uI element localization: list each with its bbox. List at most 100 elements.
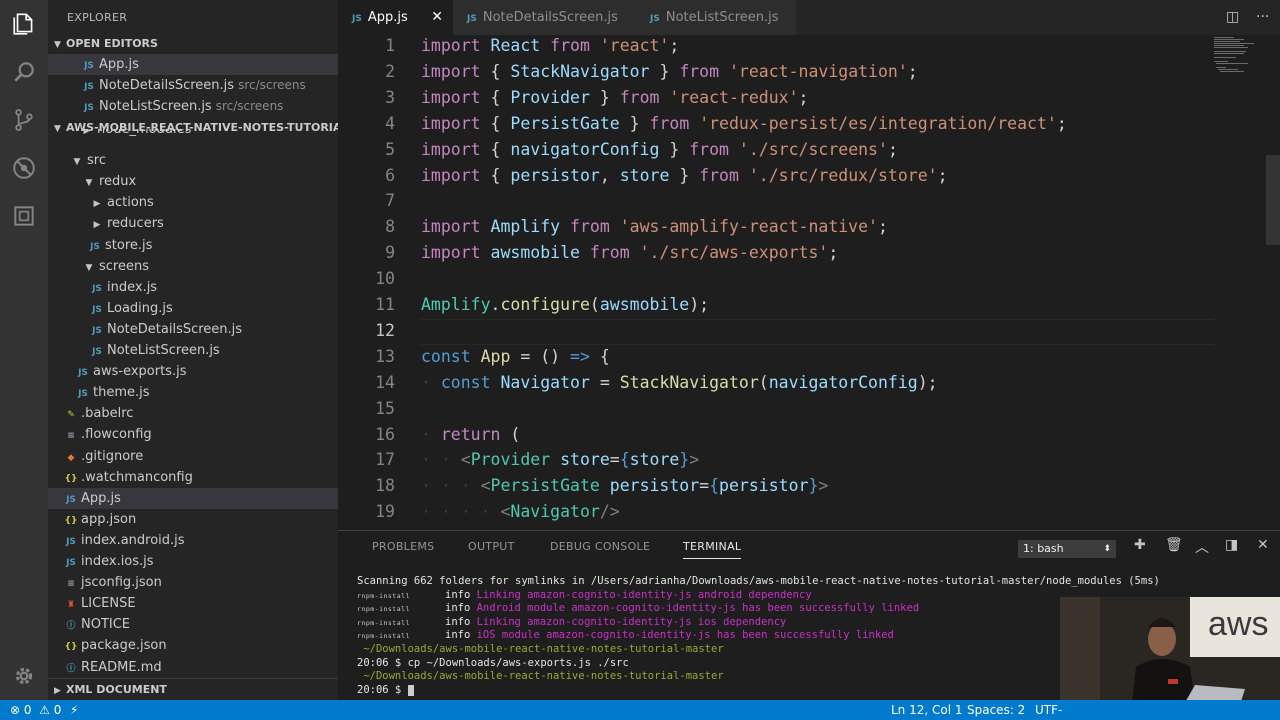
tree-file[interactable]: {} app.json xyxy=(48,509,338,530)
aws-logo: aws xyxy=(1208,605,1268,643)
problems-indicator[interactable]: ⊗ 0 ⚠ 0 xyxy=(10,700,61,720)
tree-file[interactable]: {} .watchmanconfig xyxy=(48,467,338,488)
tab-note-list-screen[interactable]: JS NoteListScreen.js xyxy=(636,0,796,35)
code-token: navigatorConfig xyxy=(768,372,918,392)
tab-note-details-screen[interactable]: JS NoteDetailsScreen.js xyxy=(453,0,636,35)
encoding-setting[interactable]: UTF- xyxy=(1035,700,1062,720)
terminal-line: ~/Downloads/aws-mobile-react-native-note… xyxy=(357,643,723,655)
terminal-text: Scanning 662 folders for symlinks in /Us… xyxy=(357,575,1160,587)
extensions-icon[interactable] xyxy=(0,192,48,240)
tree-file[interactable]: JS theme.js xyxy=(48,382,338,403)
code-token: import xyxy=(421,61,491,81)
line-number: 16 xyxy=(375,424,395,444)
terminal-select[interactable]: 1: bash ⬍ xyxy=(1018,540,1116,558)
trash-icon[interactable]: 🗑 xyxy=(1165,537,1183,553)
debug-icon[interactable] xyxy=(0,144,48,192)
tree-file[interactable]: JS index.android.js xyxy=(48,530,338,551)
tab-terminal[interactable]: TERMINAL xyxy=(683,531,742,563)
line-number: 5 xyxy=(385,139,395,159)
explorer-icon[interactable] xyxy=(0,0,48,48)
tree-file[interactable]: JS NoteDetailsScreen.js xyxy=(48,319,338,340)
open-editor-item[interactable]: JS App.js xyxy=(48,54,338,75)
indentation-setting[interactable]: Spaces: 2 xyxy=(967,700,1025,720)
tree-file[interactable]: JS index.ios.js xyxy=(48,551,338,572)
code-token: from xyxy=(649,113,700,133)
js-file-icon: JS xyxy=(650,14,660,24)
tree-file[interactable]: JS aws-exports.js xyxy=(48,361,338,382)
select-arrows-icon: ⬍ xyxy=(1103,544,1111,554)
tree-folder[interactable]: ▼ redux xyxy=(48,171,338,192)
chevron-up-icon[interactable]: ︿ xyxy=(1195,537,1209,557)
chevron-down-icon: ▼ xyxy=(73,157,81,168)
line-number: 9 xyxy=(385,243,395,263)
line-number: 2 xyxy=(385,61,395,81)
tree-folder[interactable]: ▶ actions xyxy=(48,192,338,213)
tab-output[interactable]: OUTPUT xyxy=(468,531,515,563)
code-token: from xyxy=(619,87,670,107)
rnpm-prefix: rnpm-install xyxy=(357,619,410,627)
gear-icon[interactable] xyxy=(0,652,48,700)
code-token: { xyxy=(490,87,511,107)
terminal-text: 20:06 $ cp ~/Downloads/aws-exports.js ./… xyxy=(357,657,629,669)
open-editors-header[interactable]: ▼ OPEN EDITORS xyxy=(48,33,338,55)
tree-file[interactable]: ≡ jsconfig.json xyxy=(48,572,338,593)
editor-scrollbar[interactable] xyxy=(1266,155,1280,245)
tree-folder[interactable]: ▶ reducers xyxy=(48,213,338,234)
code-token: { xyxy=(619,450,630,470)
close-panel-icon[interactable]: ✕ xyxy=(1257,537,1269,553)
js-file-icon: JS xyxy=(92,283,102,294)
code-token: './src/screens' xyxy=(738,139,888,159)
source-control-icon[interactable] xyxy=(0,96,48,144)
code-token: { xyxy=(490,139,511,159)
tree-file[interactable]: ♜ LICENSE xyxy=(48,593,338,614)
more-actions-icon[interactable]: ··· xyxy=(1256,0,1269,35)
code-token: ); xyxy=(917,372,938,392)
tree-file[interactable]: JS NoteListScreen.js xyxy=(48,340,338,361)
tree-file[interactable]: ≡ .flowconfig xyxy=(48,424,338,445)
code-token: · xyxy=(421,424,441,444)
tree-file[interactable]: JS store.js xyxy=(48,235,338,256)
tree-folder[interactable]: ▶ node_modules xyxy=(48,129,338,140)
tab-debug-console[interactable]: DEBUG CONSOLE xyxy=(550,531,650,563)
js-file-icon: JS xyxy=(84,103,94,113)
tree-file[interactable]: ✎ .babelrc xyxy=(48,403,338,424)
split-editor-icon[interactable]: ◫ xyxy=(1226,0,1239,35)
git-file-icon: ◆ xyxy=(67,452,75,463)
tree-file[interactable]: ⓘ README.md xyxy=(48,657,338,678)
tree-file[interactable]: JS Loading.js xyxy=(48,298,338,319)
tree-file[interactable]: ⓘ NOTICE xyxy=(48,614,338,635)
info-file-icon: ⓘ xyxy=(66,663,76,674)
xml-document-header[interactable]: ▶ XML DOCUMENT xyxy=(48,678,338,700)
search-icon[interactable] xyxy=(0,48,48,96)
tree-file[interactable]: ◆ .gitignore xyxy=(48,446,338,467)
maximize-panel-icon[interactable]: ◨ xyxy=(1225,537,1238,553)
code-token: , xyxy=(599,165,620,185)
tree-file[interactable]: {} package.json xyxy=(48,635,338,656)
code-token: ; xyxy=(828,243,839,263)
tree-folder[interactable]: ▼ screens xyxy=(48,256,338,277)
new-terminal-icon[interactable]: ✚ xyxy=(1134,537,1146,553)
code-token: Amplify xyxy=(421,295,491,314)
open-editor-item[interactable]: JS NoteListScreen.js src/screens xyxy=(48,96,338,117)
code-line: import { PersistGate } from 'redux-persi… xyxy=(421,114,1067,133)
code-token: from xyxy=(589,243,640,263)
tab-problems[interactable]: PROBLEMS xyxy=(372,531,434,563)
code-token: ( xyxy=(510,424,521,444)
tree-file[interactable]: JS App.js xyxy=(48,487,338,509)
line-number: 8 xyxy=(385,217,395,237)
chevron-down-icon: ▼ xyxy=(85,178,93,189)
code-editor[interactable]: 1 2 3 4 5 6 7 8 9 10 11 12 13 14 15 16 17 18 19 import Rea… xyxy=(338,35,1280,530)
code-token: = () xyxy=(520,346,571,366)
tree-file[interactable]: JS index.js xyxy=(48,277,338,298)
open-editor-item[interactable]: JS NoteDetailsScreen.js src/screens xyxy=(48,75,338,96)
line-number: 17 xyxy=(375,450,395,470)
tree-folder[interactable]: ▼ src xyxy=(48,150,338,171)
babel-file-icon: ✎ xyxy=(67,410,75,421)
lightning-icon[interactable]: ⚡ xyxy=(70,700,78,720)
cursor-position[interactable]: Ln 12, Col 1 xyxy=(891,700,963,720)
minimap[interactable] xyxy=(1214,37,1258,77)
close-icon[interactable]: ✕ xyxy=(431,0,443,35)
terminal-line: 20:06 $ xyxy=(357,684,414,696)
tab-app-js[interactable]: JS App.js ✕ xyxy=(338,0,453,35)
code-token: = xyxy=(699,476,710,496)
